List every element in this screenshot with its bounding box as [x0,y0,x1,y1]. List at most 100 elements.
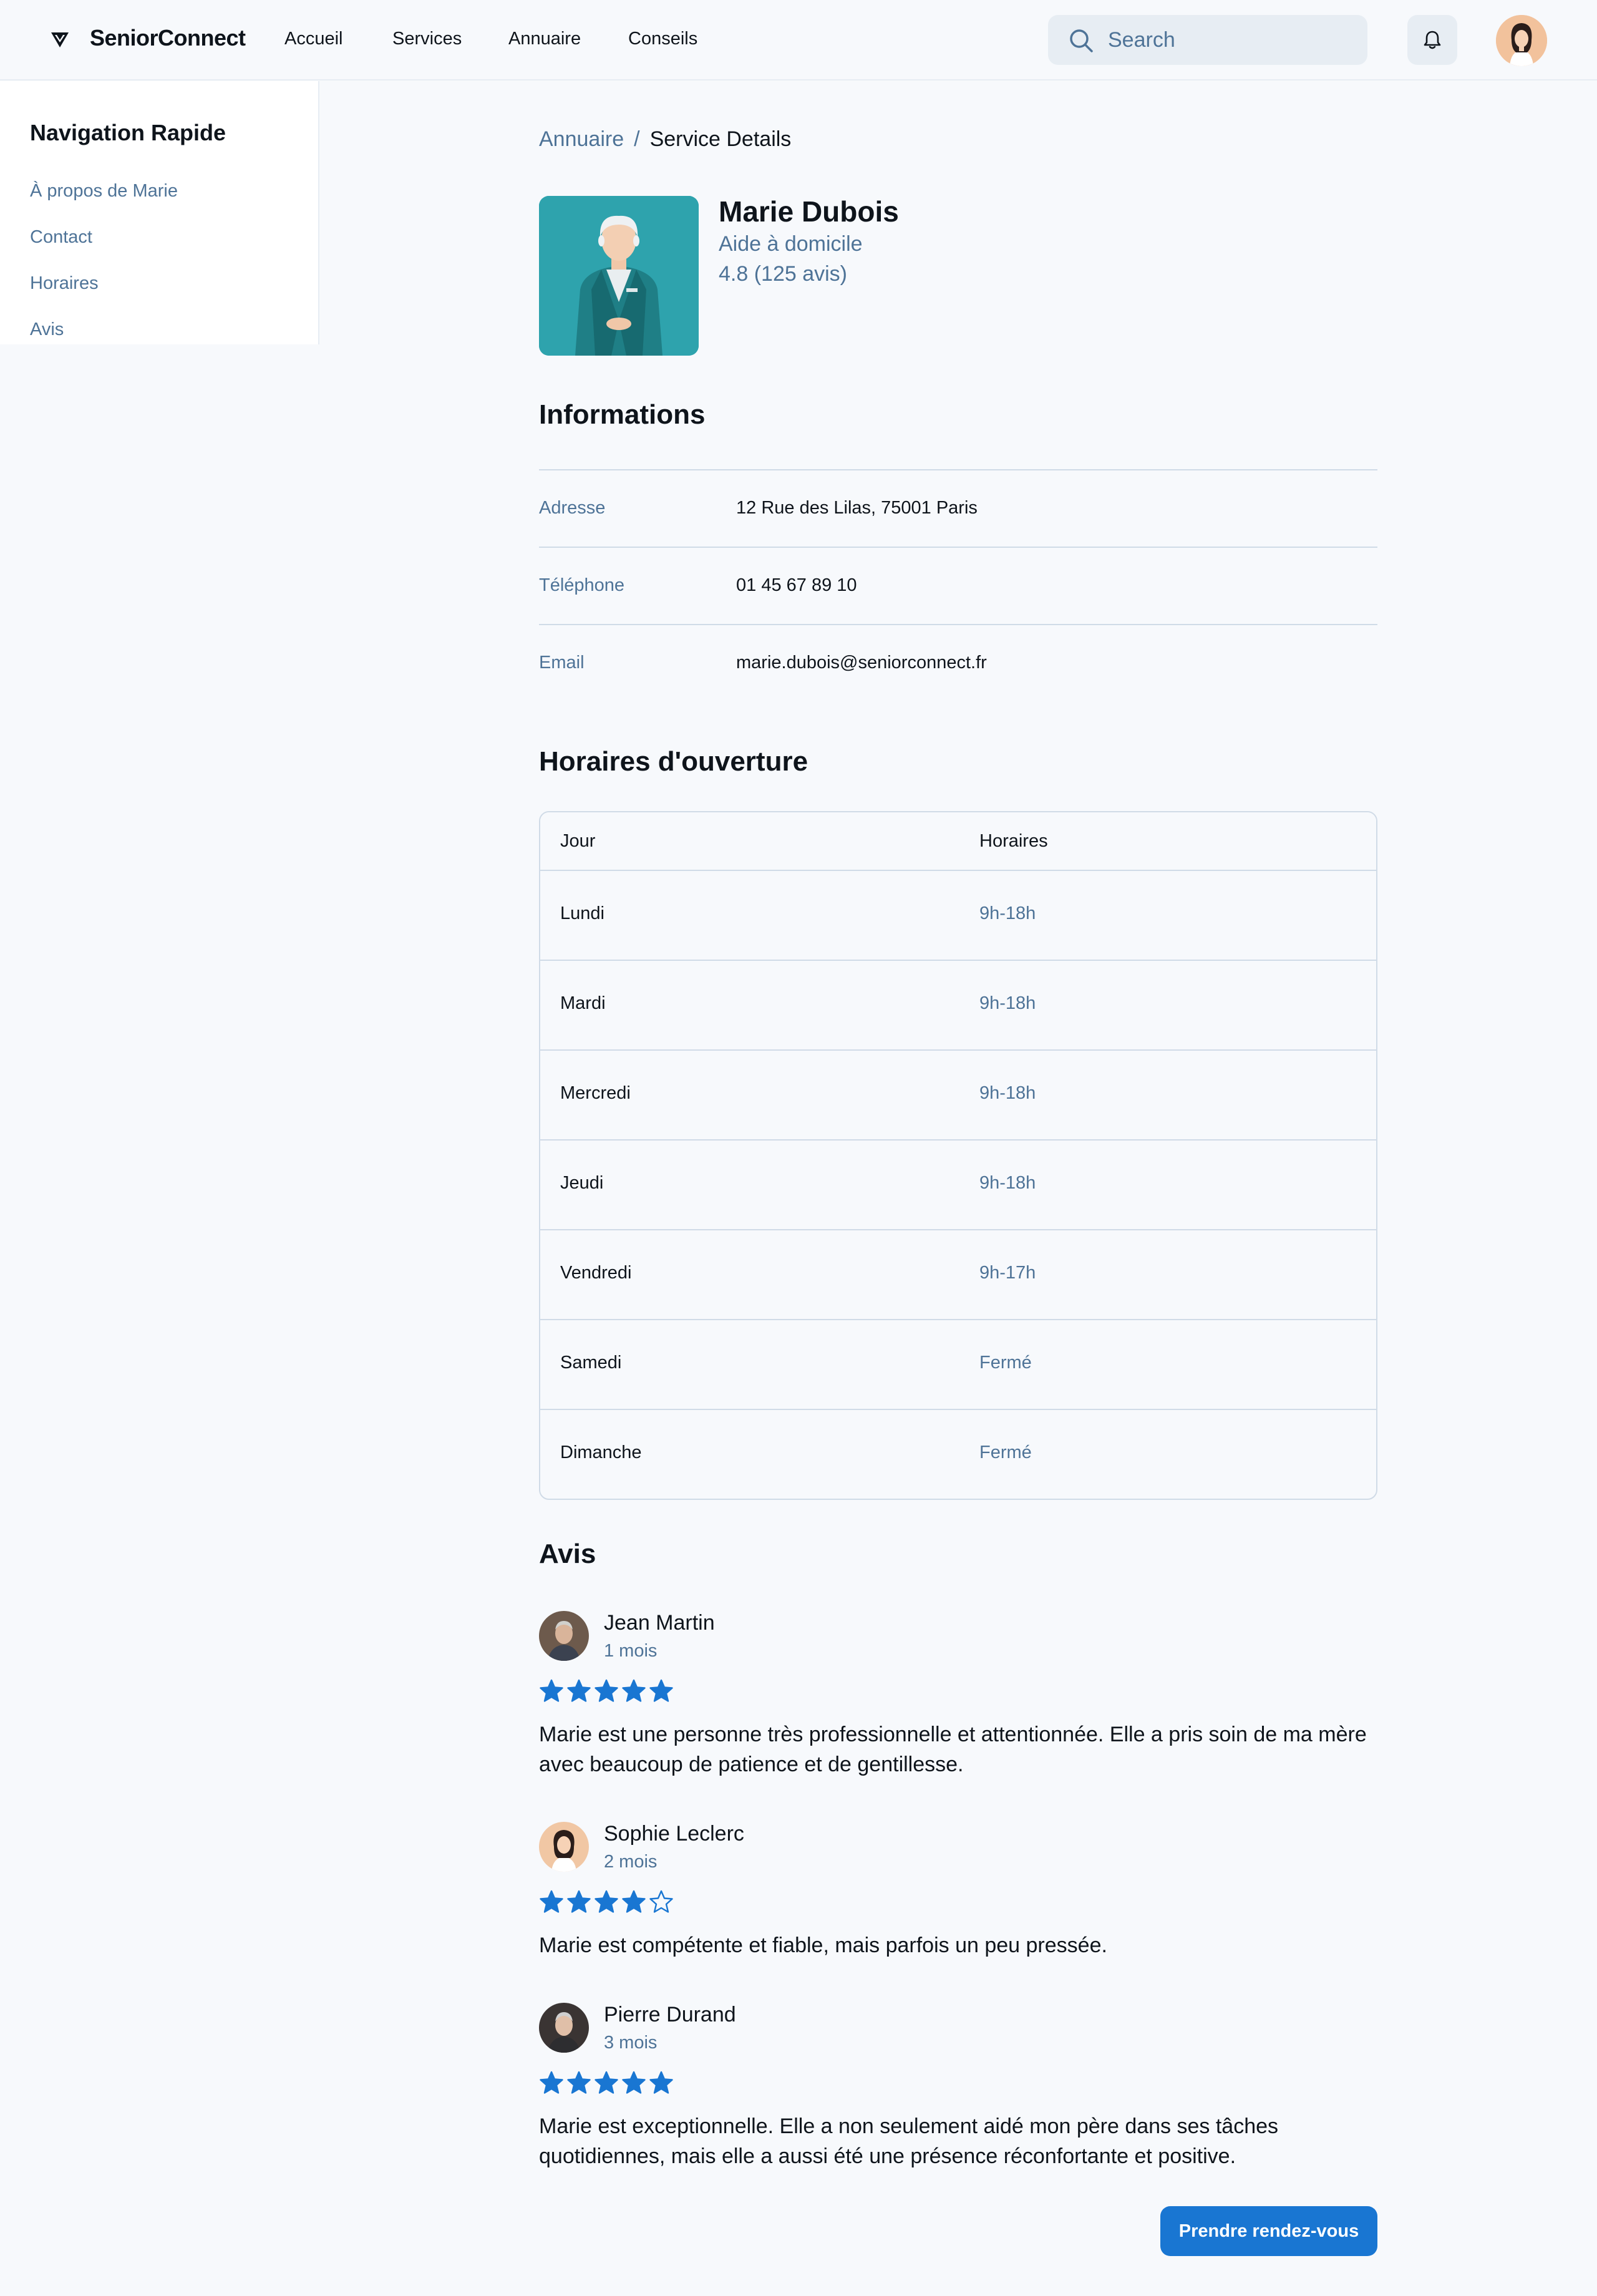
profile-role: Aide à domicile [719,232,863,256]
star-filled-icon [649,2071,673,2094]
book-appointment-button[interactable]: Prendre rendez-vous [1160,2206,1377,2256]
table-header: Jour Horaires [540,812,1376,870]
star-filled-icon [567,2071,591,2094]
star-filled-icon [595,1890,618,1913]
info-value[interactable]: marie.dubois@seniorconnect.fr [736,653,987,673]
nav-annuaire[interactable]: Annuaire [508,29,581,49]
day-cell: Jeudi [560,1173,604,1193]
profile-rating: 4.8 (125 avis) [719,262,847,286]
sidebar: Navigation Rapide À propos de Marie Cont… [0,81,319,344]
reviewer-photo [539,2003,589,2053]
star-filled-icon [622,2071,646,2094]
star-filled-icon [540,1679,563,1702]
review-text: Marie est exceptionnelle. Elle a non seu… [539,2114,1279,2168]
hours-cell: 9h-18h [979,1173,1036,1193]
hours-table: Jour Horaires Lundi 9h-18h Mardi 9h-18h … [539,811,1377,1500]
user-avatar-image [1496,15,1547,66]
hours-cell: Fermé [979,1353,1032,1373]
hours-title: Horaires d'ouverture [539,746,808,777]
review-rating [539,1889,674,1914]
table-row: Lundi 9h-18h [540,870,1376,960]
hours-cell: 9h-18h [979,1083,1036,1103]
breadcrumb-separator: / [634,127,640,151]
notifications-button[interactable] [1407,15,1457,65]
day-cell: Vendredi [560,1263,632,1283]
review-avatar [539,1611,589,1661]
star-filled-icon [567,1679,591,1702]
table-row: Mercredi 9h-18h [540,1049,1376,1139]
column-header-day: Jour [560,831,596,851]
info-row-phone: Téléphone 01 45 67 89 10 [539,547,1377,624]
nav-services[interactable]: Services [392,29,462,49]
review-rating [539,1678,674,1703]
reviews-title: Avis [539,1539,596,1569]
info-value[interactable]: 01 45 67 89 10 [736,575,857,596]
star-filled-icon [622,1890,646,1913]
nav-conseils[interactable]: Conseils [628,29,697,49]
info-label: Adresse [539,498,606,518]
day-cell: Mardi [560,993,606,1013]
reviewer-name: Jean Martin [604,1611,715,1635]
sidebar-item-hours[interactable]: Horaires [30,273,99,294]
info-value: 12 Rue des Lilas, 75001 Paris [736,498,978,518]
reviewer-name: Sophie Leclerc [604,1822,744,1846]
hours-cell: Fermé [979,1442,1032,1462]
reviewer-photo [539,1611,589,1661]
star-filled-icon [540,1890,563,1913]
star-filled-icon [649,1679,673,1702]
profile-photo [539,196,699,356]
star-filled-icon [622,1679,646,1702]
review-avatar [539,2003,589,2053]
bell-icon [1424,31,1441,49]
brand-name[interactable]: SeniorConnect [90,25,246,51]
day-cell: Dimanche [560,1442,642,1462]
review-text: Marie est une personne très professionne… [539,1723,1367,1776]
sidebar-item-reviews[interactable]: Avis [30,319,64,340]
day-cell: Mercredi [560,1083,631,1103]
sidebar-item-about[interactable]: À propos de Marie [30,181,178,202]
day-cell: Samedi [560,1353,622,1373]
day-cell: Lundi [560,903,604,923]
search-icon [1070,29,1093,52]
search-input[interactable] [1108,15,1357,65]
review-time: 3 mois [604,2033,658,2053]
hours-cell: 9h-17h [979,1263,1036,1283]
table-row: Vendredi 9h-17h [540,1229,1376,1319]
top-header: SeniorConnect Accueil Services Annuaire … [0,0,1597,80]
hours-cell: 9h-18h [979,993,1036,1013]
star-filled-icon [567,1890,591,1913]
breadcrumb-link-annuaire[interactable]: Annuaire [539,127,624,151]
nav-accueil[interactable]: Accueil [284,29,343,49]
column-header-hours: Horaires [979,831,1048,851]
info-row-email: Email marie.dubois@seniorconnect.fr [539,624,1377,701]
info-label: Email [539,653,585,673]
search-box[interactable] [1048,15,1367,65]
table-row: Mardi 9h-18h [540,960,1376,1049]
star-empty-icon [649,1890,673,1913]
breadcrumb-current: Service Details [649,127,792,151]
reviewer-photo [539,1822,589,1872]
review-avatar [539,1822,589,1872]
info-label: Téléphone [539,575,625,595]
informations-title: Informations [539,399,706,430]
star-filled-icon [595,1679,618,1702]
sidebar-title: Navigation Rapide [30,120,226,145]
table-row: Jeudi 9h-18h [540,1139,1376,1229]
hours-cell: 9h-18h [979,903,1036,923]
star-filled-icon [595,2071,618,2094]
review-text: Marie est compétente et fiable, mais par… [539,1934,1107,1957]
profile-photo-image [539,196,699,356]
review-time: 2 mois [604,1852,658,1872]
review-time: 1 mois [604,1641,658,1661]
table-row: Samedi Fermé [540,1319,1376,1409]
star-filled-icon [540,2071,563,2094]
logo-icon[interactable] [50,27,70,50]
breadcrumb: Annuaire / Service Details [539,127,791,152]
review-rating [539,2070,674,2095]
reviewer-name: Pierre Durand [604,2003,736,2026]
table-row: Dimanche Fermé [540,1409,1376,1499]
sidebar-item-contact[interactable]: Contact [30,227,92,248]
profile-name: Marie Dubois [719,195,899,228]
user-avatar[interactable] [1496,15,1547,66]
info-row-address: Adresse 12 Rue des Lilas, 75001 Paris [539,469,1377,547]
